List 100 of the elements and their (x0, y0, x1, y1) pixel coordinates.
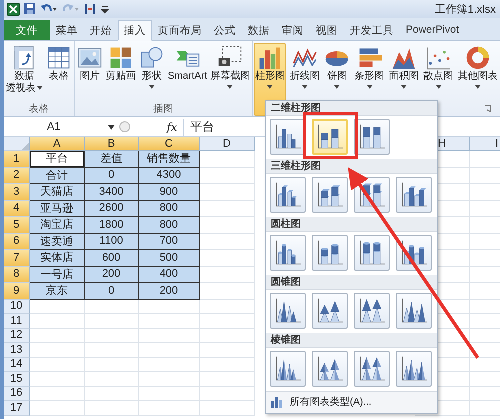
table-cell (139, 300, 200, 314)
column-header[interactable]: I (470, 137, 500, 151)
row-header[interactable]: 9 (4, 283, 30, 300)
table-cell (139, 401, 200, 416)
ribbon-tab[interactable]: 审阅 (276, 20, 310, 40)
circle-icon (119, 121, 131, 133)
row-header[interactable]: 16 (4, 386, 30, 401)
table-cell: 天猫店 (30, 184, 85, 200)
table-cell: 销售数量 (139, 151, 200, 168)
row-header[interactable]: 4 (4, 200, 30, 217)
group-label: 插图 (154, 103, 174, 116)
row-header[interactable]: 5 (4, 217, 30, 234)
row-header[interactable]: 17 (4, 401, 30, 416)
table-cell (200, 234, 255, 250)
row-header[interactable]: 1 (4, 151, 30, 168)
table-cell: 800 (139, 217, 200, 234)
ribbon-button[interactable]: 屏幕截图 (209, 43, 252, 103)
ribbon-tab[interactable]: 视图 (310, 20, 344, 40)
chart-type-option[interactable] (270, 177, 306, 214)
chart-type-option[interactable] (396, 351, 432, 388)
table-cell (139, 386, 200, 401)
table-cell (200, 217, 255, 234)
triangle-icon (22, 143, 29, 150)
ribbon-button[interactable]: 形状 (138, 43, 166, 103)
row-header[interactable]: 14 (4, 358, 30, 372)
table-cell (30, 300, 85, 314)
row-header[interactable]: 11 (4, 314, 30, 328)
table-cell (200, 372, 255, 386)
chart-type-option[interactable] (354, 351, 390, 388)
ribbon-tab[interactable]: 文件 (4, 20, 50, 40)
ribbon-tab[interactable]: 开发工具 (344, 20, 400, 40)
chart-type-option[interactable] (270, 351, 306, 388)
section-heading: 三维柱形图 (271, 159, 321, 173)
table-cell: 200 (139, 283, 200, 300)
table-cell (85, 386, 139, 401)
row-header[interactable]: 13 (4, 343, 30, 358)
table-cell (85, 401, 139, 416)
ribbon-tab[interactable]: 页面布局 (152, 20, 208, 40)
table-cell (200, 358, 255, 372)
chart-icon (270, 395, 284, 410)
chart-type-option[interactable] (354, 293, 390, 330)
table-cell: 1100 (85, 234, 139, 250)
chart-type-option[interactable] (312, 293, 348, 330)
table-cell (85, 300, 139, 314)
column-header[interactable]: B (85, 137, 139, 151)
chart-type-option[interactable] (312, 235, 348, 272)
ribbon-button[interactable]: 剪贴画 (105, 43, 137, 103)
ribbon-tab[interactable]: 插入 (118, 20, 152, 41)
row-header[interactable]: 12 (4, 328, 30, 343)
ribbon-tab[interactable]: 公式 (208, 20, 242, 40)
row-header[interactable]: 10 (4, 300, 30, 314)
highlight-box (304, 112, 358, 160)
chart-type-option[interactable] (270, 235, 306, 272)
table-cell (200, 250, 255, 266)
dropdown-arrow-icon[interactable] (108, 124, 115, 130)
table-cell: 2600 (85, 200, 139, 217)
table-cell (200, 151, 255, 168)
table-icon (46, 45, 72, 71)
column-header[interactable]: C (139, 137, 200, 151)
table-cell (200, 168, 255, 184)
ribbon-tab[interactable]: 开始 (84, 20, 118, 40)
chart-type-option[interactable] (396, 293, 432, 330)
ribbon-tab[interactable]: 菜单 (50, 20, 84, 40)
chart-type-option[interactable] (354, 119, 390, 156)
table-cell: 0 (85, 168, 139, 184)
ribbon-button[interactable]: 图片 (76, 43, 104, 103)
ribbon-tab[interactable]: 数据 (242, 20, 276, 40)
row-header[interactable]: 8 (4, 266, 30, 283)
ribbon-button[interactable]: SmartArt (167, 43, 208, 103)
ribbon-button[interactable]: 表格 (45, 43, 73, 103)
row-header[interactable]: 15 (4, 372, 30, 386)
column-header[interactable]: A (30, 137, 85, 151)
row-header[interactable]: 3 (4, 184, 30, 200)
table-cell: 平台 (30, 151, 85, 168)
chart-type-option[interactable] (396, 177, 432, 214)
chart-type-option[interactable] (270, 293, 306, 330)
row-header[interactable]: 2 (4, 168, 30, 184)
chart-type-option[interactable] (312, 177, 348, 214)
table-cell: 500 (139, 250, 200, 266)
ribbon-button[interactable]: 数据 透视表 (5, 43, 44, 103)
table-cell (200, 200, 255, 217)
table-cell: 速卖通 (30, 234, 85, 250)
ribbon-button[interactable]: 条形图 (354, 43, 386, 116)
name-box[interactable]: A1 (4, 121, 104, 133)
save-icon[interactable] (24, 3, 36, 15)
table-cell: 差值 (85, 151, 139, 168)
column-header[interactable]: D (200, 137, 255, 151)
chart-type-option[interactable] (312, 351, 348, 388)
row-header[interactable]: 7 (4, 250, 30, 266)
table-cell (30, 343, 85, 358)
dialog-launcher-icon[interactable] (484, 105, 492, 113)
table-cell: 亚马逊 (30, 200, 85, 217)
chart-type-option[interactable] (270, 119, 306, 156)
chart-type-option[interactable] (354, 235, 390, 272)
ribbon-tab[interactable]: PowerPivot (400, 20, 466, 40)
chart-type-option[interactable] (312, 119, 348, 156)
insert-function-button[interactable]: fx (165, 120, 180, 134)
ribbon-button[interactable]: 散点图 (422, 43, 455, 116)
ribbon-button[interactable]: 其他图表 (456, 43, 499, 116)
row-header[interactable]: 6 (4, 234, 30, 250)
